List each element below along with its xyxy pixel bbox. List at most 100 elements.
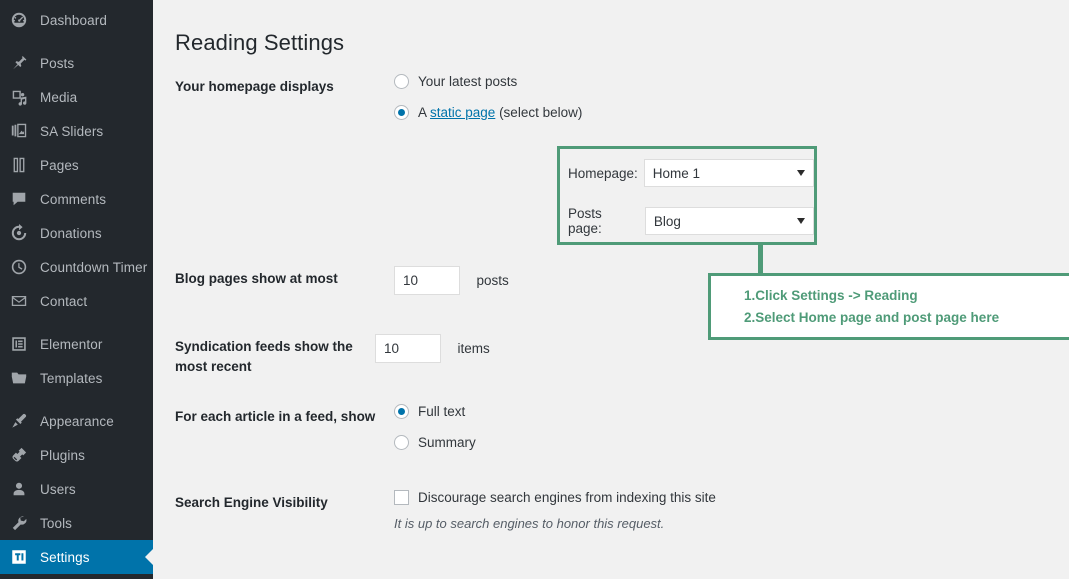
plugin-icon	[9, 445, 29, 465]
pin-icon	[9, 53, 29, 73]
radio-latest-posts-input[interactable]	[394, 74, 409, 89]
slides-icon	[9, 121, 29, 141]
syndication-feeds-input[interactable]	[375, 334, 441, 363]
clock-icon	[9, 257, 29, 277]
discourage-search-engines-input[interactable]	[394, 490, 409, 505]
row-feed-article: For each article in a feed, show Full te…	[175, 396, 1055, 482]
chevron-down-icon	[796, 170, 805, 176]
row-field-homepage-displays: Your latest posts A static page (select …	[394, 66, 1055, 120]
homepage-select-label: Homepage:	[568, 165, 638, 181]
radio-full-text[interactable]: Full text	[394, 404, 1055, 419]
elementor-icon	[9, 334, 29, 354]
radio-full-text-label: Full text	[418, 404, 466, 419]
blog-pages-unit: posts	[476, 272, 509, 288]
row-field-search-engine-visibility: Discourage search engines from indexing …	[394, 482, 1055, 531]
sidebar-item-sa-sliders[interactable]: SA Sliders	[0, 114, 153, 148]
posts-page-select[interactable]: Blog	[644, 207, 814, 235]
main-content: Reading Settings Your homepage displays …	[153, 0, 1069, 579]
sidebar-item-contact[interactable]: Contact	[0, 284, 153, 318]
annotation-line-1: 1.Click Settings -> Reading	[744, 288, 918, 303]
sidebar-item-label: Donations	[40, 225, 102, 241]
comment-icon	[9, 189, 29, 209]
sidebar-item-pages[interactable]: Pages	[0, 148, 153, 182]
wordpress-admin-screen: Dashboard Posts Media SA Sliders Pages Commen…	[0, 0, 1069, 579]
sidebar-item-comments[interactable]: Comments	[0, 182, 153, 216]
sidebar-item-donations[interactable]: Donations	[0, 216, 153, 250]
dashboard-icon	[9, 10, 29, 30]
posts-page-select-row: Posts page: Blog	[568, 206, 814, 236]
row-label-syndication-feeds: Syndication feeds show the most recent	[175, 326, 375, 376]
row-homepage-displays: Your homepage displays Your latest posts…	[175, 66, 1055, 140]
homepage-select-row: Homepage: Home 1	[568, 159, 814, 187]
syndication-feeds-unit: items	[457, 340, 490, 356]
static-page-link[interactable]: static page	[430, 105, 495, 120]
posts-page-select-label: Posts page:	[568, 206, 602, 236]
sidebar-item-label: Plugins	[40, 447, 85, 463]
sidebar-item-media[interactable]: Media	[0, 80, 153, 114]
chevron-down-icon	[797, 218, 805, 224]
annotation-callout: 1.Click Settings -> Reading 2.Select Hom…	[708, 273, 1069, 340]
discourage-search-engines-label: Discourage search engines from indexing …	[418, 490, 716, 505]
sidebar-item-label: Settings	[40, 549, 90, 565]
radio-full-text-input[interactable]	[394, 404, 409, 419]
admin-sidebar: Dashboard Posts Media SA Sliders Pages Commen…	[0, 0, 153, 579]
page-title: Reading Settings	[175, 29, 345, 55]
posts-page-select-value: Blog	[653, 213, 681, 229]
radio-static-page[interactable]: A static page (select below)	[394, 105, 1055, 120]
media-icon	[9, 87, 29, 107]
sidebar-item-label: Dashboard	[40, 12, 107, 28]
row-label-homepage-displays: Your homepage displays	[175, 79, 334, 94]
static-page-select-highlight: Homepage: Home 1 Posts page: Blog	[557, 146, 817, 245]
user-icon	[9, 479, 29, 499]
sidebar-item-label: Contact	[40, 293, 88, 309]
folder-icon	[9, 368, 29, 388]
blog-pages-input[interactable]	[394, 266, 460, 295]
radio-latest-posts-label: Your latest posts	[418, 74, 518, 89]
email-icon	[9, 291, 29, 311]
sidebar-item-label: SA Sliders	[40, 123, 104, 139]
checkbox-discourage-search-engines[interactable]: Discourage search engines from indexing …	[394, 490, 1055, 505]
sidebar-item-users[interactable]: Users	[0, 472, 153, 506]
sidebar-item-label: Comments	[40, 191, 107, 207]
radio-summary-input[interactable]	[394, 435, 409, 450]
syndication-feeds-label-text: Syndication feeds show the most recent	[175, 339, 353, 374]
row-search-engine-visibility: Search Engine Visibility Discourage sear…	[175, 482, 1055, 531]
sidebar-item-label: Appearance	[40, 413, 114, 429]
radio-summary-label: Summary	[418, 435, 476, 450]
radio-static-page-label: A static page (select below)	[418, 105, 582, 120]
homepage-select[interactable]: Home 1	[643, 159, 814, 187]
sidebar-item-label: Templates	[40, 370, 103, 386]
pages-icon	[9, 155, 29, 175]
row-label-blog-pages: Blog pages show at most	[175, 271, 338, 286]
row-label-search-engine-visibility: Search Engine Visibility	[175, 495, 328, 510]
radio-summary[interactable]: Summary	[394, 435, 1055, 450]
row-field-feed-article: Full text Summary	[394, 396, 1055, 450]
annotation-connector-line	[758, 243, 763, 276]
static-prefix-text: A	[418, 105, 431, 120]
sidebar-item-label: Posts	[40, 55, 75, 71]
settings-icon	[9, 547, 29, 567]
brush-icon	[9, 411, 29, 431]
sidebar-item-elementor[interactable]: Elementor	[0, 327, 153, 361]
sidebar-item-label: Tools	[40, 515, 73, 531]
sidebar-item-label: Elementor	[40, 336, 103, 352]
sidebar-item-plugins[interactable]: Plugins	[0, 438, 153, 472]
sidebar-item-tools[interactable]: Tools	[0, 506, 153, 540]
search-engine-visibility-hint: It is up to search engines to honor this…	[394, 516, 665, 531]
sidebar-item-label: Pages	[40, 157, 79, 173]
sidebar-item-label: Media	[40, 89, 78, 105]
wrench-icon	[9, 513, 29, 533]
sidebar-item-appearance[interactable]: Appearance	[0, 404, 153, 438]
sidebar-item-label: Countdown Timer	[40, 259, 148, 275]
sidebar-item-dashboard[interactable]: Dashboard	[0, 3, 153, 37]
donations-icon	[9, 223, 29, 243]
radio-static-page-input[interactable]	[394, 105, 409, 120]
radio-latest-posts[interactable]: Your latest posts	[394, 74, 1055, 89]
homepage-select-value: Home 1	[652, 165, 701, 181]
sidebar-item-posts[interactable]: Posts	[0, 46, 153, 80]
sidebar-item-countdown-timer[interactable]: Countdown Timer	[0, 250, 153, 284]
static-suffix-text: (select below)	[495, 105, 583, 120]
sidebar-item-settings[interactable]: Settings	[0, 540, 153, 574]
sidebar-item-templates[interactable]: Templates	[0, 361, 153, 395]
annotation-line-2: 2.Select Home page and post page here	[744, 310, 1000, 326]
